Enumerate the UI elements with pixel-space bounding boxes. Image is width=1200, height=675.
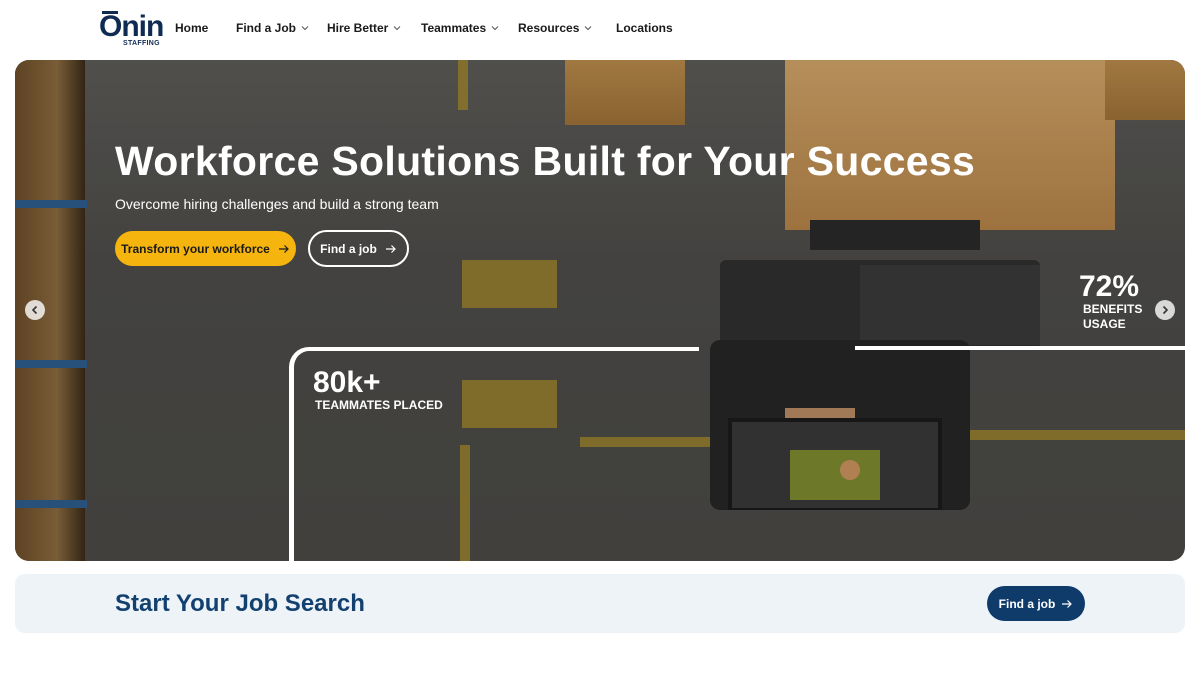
hero-subtitle: Overcome hiring challenges and build a s… xyxy=(115,196,439,212)
arrow-right-icon xyxy=(1062,599,1073,608)
nav-resources[interactable]: Resources xyxy=(518,21,592,35)
nav-label: Home xyxy=(175,21,209,35)
nav-find-a-job[interactable]: Find a Job xyxy=(236,21,309,35)
hero-overlay xyxy=(15,60,1185,561)
nav-locations[interactable]: Locations xyxy=(616,21,673,35)
logo-wordmark: Onin xyxy=(99,10,164,43)
job-search-panel: Start Your Job Search Find a job xyxy=(15,574,1185,633)
chevron-down-icon xyxy=(585,26,592,31)
chevron-right-icon xyxy=(1162,305,1169,315)
chevron-down-icon xyxy=(491,26,499,31)
hero-banner: Workforce Solutions Built for Your Succe… xyxy=(15,60,1185,561)
carousel-next-button[interactable] xyxy=(1155,300,1175,320)
frame-line xyxy=(309,347,699,351)
carousel-prev-button[interactable] xyxy=(25,300,45,320)
nav-label: Hire Better xyxy=(327,21,389,35)
button-label: Find a job xyxy=(320,241,377,256)
arrow-right-icon xyxy=(385,244,396,253)
nav-home[interactable]: Home xyxy=(175,21,208,35)
stat-benefits-label-2: USAGE xyxy=(1083,317,1126,331)
top-navigation: Onin STAFFING Home Find a Job Hire Bette… xyxy=(0,0,1200,60)
logo-subtext: STAFFING xyxy=(123,40,160,47)
chevron-down-icon xyxy=(394,26,401,31)
arrow-right-icon xyxy=(278,244,289,253)
nav-label: Locations xyxy=(616,21,673,35)
nav-teammates[interactable]: Teammates xyxy=(421,21,499,35)
nav-hire-better[interactable]: Hire Better xyxy=(327,21,401,35)
frame-line xyxy=(855,346,1185,350)
chevron-down-icon xyxy=(301,26,309,31)
find-a-job-button[interactable]: Find a job xyxy=(308,230,409,267)
find-a-job-panel-button[interactable]: Find a job xyxy=(987,586,1085,621)
stat-benefits-value: 72% xyxy=(1079,270,1140,303)
stat-teammates-value: 80k+ xyxy=(313,366,381,399)
chevron-left-icon xyxy=(31,305,38,315)
stat-benefits-label-1: BENEFITS xyxy=(1083,302,1143,316)
nav-label: Resources xyxy=(518,21,580,35)
button-label: Transform your workforce xyxy=(121,241,270,256)
transform-workforce-button[interactable]: Transform your workforce xyxy=(115,231,296,266)
button-label: Find a job xyxy=(998,596,1056,611)
stat-teammates-label: TEAMMATES PLACED xyxy=(315,398,443,412)
nav-label: Teammates xyxy=(421,21,487,35)
hero-title: Workforce Solutions Built for Your Succe… xyxy=(115,138,976,184)
nav-label: Find a Job xyxy=(236,21,296,35)
frame-line xyxy=(289,367,294,561)
job-search-heading: Start Your Job Search xyxy=(115,590,365,617)
brand-logo[interactable]: Onin STAFFING xyxy=(99,10,164,50)
